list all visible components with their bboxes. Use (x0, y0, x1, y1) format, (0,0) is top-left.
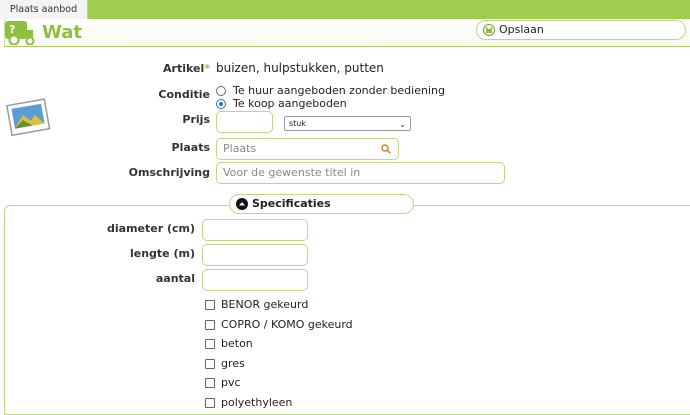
aantal-input[interactable] (202, 269, 308, 291)
radio-option-huur[interactable]: Te huur aangeboden zonder bediening (216, 84, 445, 97)
checkbox-beton[interactable] (205, 338, 215, 349)
top-bar (0, 0, 690, 19)
checkbox-benor[interactable] (205, 299, 215, 310)
radio-koop[interactable] (216, 98, 226, 109)
checkbox-benor-label: BENOR gekeurd (221, 298, 309, 311)
checkbox-option-benor[interactable]: BENOR gekeurd (205, 298, 308, 311)
checkbox-option-polyethyleen[interactable]: polyethyleen (205, 396, 292, 409)
photo-icon[interactable] (6, 95, 52, 137)
checkbox-option-beton[interactable]: beton (205, 337, 253, 350)
checkbox-pvc-label: pvc (221, 376, 241, 389)
unit-select[interactable]: stuk ⌄ (284, 116, 411, 131)
checkbox-gres-label: gres (221, 357, 245, 370)
save-button[interactable]: Opslaan (476, 20, 686, 40)
radio-huur-label: Te huur aangeboden zonder bediening (233, 84, 445, 97)
plaats-label: Plaats (171, 141, 210, 154)
checkbox-pvc[interactable] (205, 377, 215, 388)
tractor-question-icon: ? (5, 21, 35, 45)
unit-select-value: stuk (289, 119, 307, 128)
prijs-label: Prijs (182, 113, 210, 126)
required-mark: * (204, 62, 210, 75)
radio-koop-label: Te koop aangeboden (233, 97, 347, 110)
artikel-value: buizen, hulpstukken, putten (216, 61, 384, 75)
chevron-up-icon (236, 198, 248, 210)
diameter-input[interactable] (202, 219, 308, 241)
lengte-input[interactable] (202, 244, 308, 266)
checkbox-polyethyleen[interactable] (205, 397, 215, 408)
lengte-label: lengte (m) (129, 247, 195, 260)
checkbox-gres[interactable] (205, 358, 215, 369)
save-label: Opslaan (499, 23, 544, 36)
specifications-panel (4, 205, 690, 415)
aantal-label: aantal (155, 272, 195, 285)
radio-huur[interactable] (216, 85, 226, 96)
checkbox-option-gres[interactable]: gres (205, 357, 245, 370)
search-icon[interactable] (381, 144, 391, 154)
checkbox-copro-label: COPRO / KOMO gekeurd (221, 318, 353, 331)
chevron-down-icon: ⌄ (399, 120, 406, 129)
checkbox-option-copro[interactable]: COPRO / KOMO gekeurd (205, 318, 353, 331)
diameter-label: diameter (cm) (107, 222, 195, 235)
checkbox-polyethyleen-label: polyethyleen (221, 396, 293, 409)
specifications-toggle[interactable]: Specificaties (229, 194, 414, 214)
conditie-label: Conditie (158, 88, 210, 101)
section-title: Wat (42, 22, 82, 43)
omschrijving-input[interactable]: Voor de gewenste titel in (216, 162, 505, 184)
plaats-input[interactable]: Plaats (216, 138, 399, 160)
checkbox-copro[interactable] (205, 319, 215, 330)
radio-option-koop[interactable]: Te koop aangeboden (216, 97, 347, 110)
tab-plaats-aanbod[interactable]: Plaats aanbod (0, 0, 88, 19)
specifications-label: Specificaties (252, 197, 331, 210)
plaats-placeholder: Plaats (223, 142, 257, 155)
svg-text:?: ? (9, 23, 15, 36)
omschrijving-label: Omschrijving (128, 166, 210, 179)
artikel-label: Artikel* (163, 62, 210, 75)
save-icon (483, 24, 495, 36)
prijs-input[interactable] (216, 111, 273, 133)
checkbox-beton-label: beton (221, 337, 253, 350)
checkbox-option-pvc[interactable]: pvc (205, 376, 241, 389)
